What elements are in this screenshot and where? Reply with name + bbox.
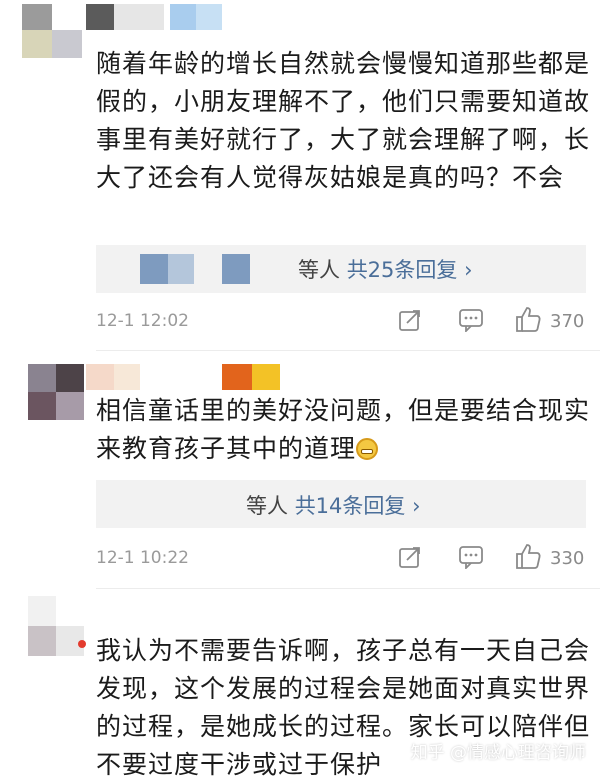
reply-preview[interactable]: 等人 共25条回复 › [96, 245, 586, 293]
reply-count-link[interactable]: 共25条回复 › [347, 258, 473, 282]
thumbs-up-icon[interactable] [514, 305, 542, 333]
repost-icon[interactable] [398, 545, 422, 569]
username-pixelated[interactable] [86, 364, 282, 390]
grimace-emoji-icon [356, 438, 379, 460]
reply-count-link[interactable]: 共14条回复 › [295, 494, 421, 518]
divider [96, 588, 600, 589]
divider [96, 350, 600, 351]
avatar-pixelated[interactable] [28, 364, 84, 420]
reply-prefix: 等人 [246, 494, 288, 518]
comment-body: 相信童话里的美好没问题，但是要结合现实来教育孩子其中的道理 [96, 396, 591, 463]
chevron-right-icon: › [412, 494, 421, 518]
thumbs-up-icon[interactable] [514, 542, 542, 570]
like-count: 330 [550, 548, 585, 569]
watermark: 知乎 @情感心理咨询师 [410, 743, 586, 763]
timestamp: 12-1 10:22 [96, 548, 189, 568]
timestamp: 12-1 12:02 [96, 311, 189, 331]
avatar-pixelated[interactable] [28, 596, 86, 666]
reply-prefix: 等人 [298, 258, 340, 282]
comment-body: 随着年龄的增长自然就会慢慢知道那些都是假的，小朋友理解不了，他们只需要知道故事里… [96, 49, 591, 192]
comment-icon[interactable] [458, 308, 484, 332]
chevron-right-icon: › [464, 258, 473, 282]
username-pixelated[interactable] [86, 4, 226, 30]
avatar-pixelated[interactable] [22, 4, 82, 62]
repost-icon[interactable] [398, 308, 422, 332]
comment-icon[interactable] [458, 545, 484, 569]
like-count: 370 [550, 311, 585, 332]
reply-preview[interactable]: 等人 共14条回复 › [96, 480, 586, 528]
